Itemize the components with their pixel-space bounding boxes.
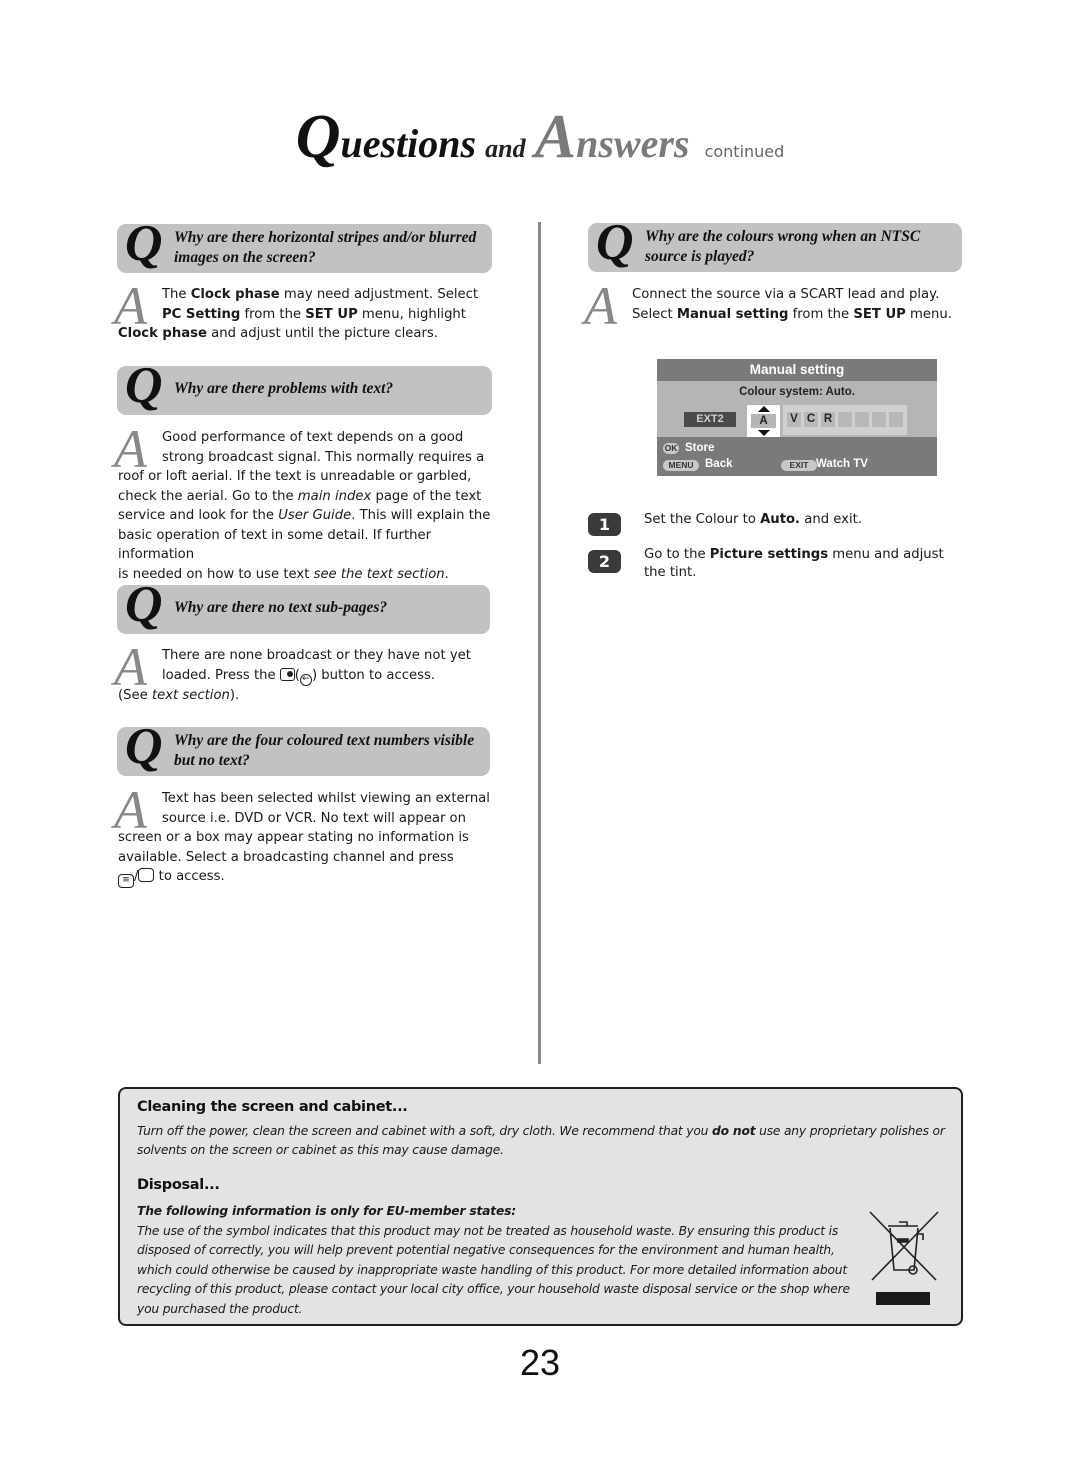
label-char: R — [821, 412, 835, 427]
title-q-cap: Q — [295, 103, 341, 171]
exit-label: Watch TV — [816, 458, 868, 470]
selected-char: A — [751, 414, 776, 428]
step-text: Set the Colour to Auto. and exit. — [644, 512, 862, 527]
arrow-up-icon[interactable] — [758, 406, 770, 412]
manual-setting-osd: Manual setting Colour system: Auto. EXT2… — [657, 359, 937, 476]
answer-line: The Clock phase may need adjustment. Sel… — [162, 287, 479, 302]
answer-block: A The Clock phase may need adjustment. S… — [114, 279, 498, 344]
answer-line: screen or a box may appear stating no in… — [118, 830, 469, 845]
step-badge: 2 — [588, 550, 621, 573]
title-q-rest: uestions — [340, 121, 477, 166]
text-off-icon — [138, 868, 155, 882]
answer-line: Text has been selected whilst viewing an… — [162, 791, 490, 806]
step-badge: 1 — [588, 513, 621, 536]
question-text: Why are the four coloured text numbers v… — [174, 732, 475, 769]
label-char — [855, 412, 869, 427]
title-and: and — [485, 134, 526, 163]
cleaning-text: Turn off the power, clean the screen and… — [137, 1124, 945, 1158]
answer-line: PC Setting from the SET UP menu, highlig… — [162, 306, 466, 322]
label-chars: V C R — [783, 405, 907, 435]
answer-block: A Connect the source via a SCART lead an… — [584, 279, 968, 333]
answer-line: Clock phase and adjust until the picture… — [118, 326, 438, 341]
question-text: Why are there horizontal stripes and/or … — [174, 229, 477, 266]
answer-line: Select Manual setting from the SET UP me… — [632, 306, 952, 322]
title-a-rest: nswers — [576, 121, 690, 166]
menu-key-icon: MENU — [663, 460, 699, 471]
question-text: Why are there no text sub-pages? — [174, 599, 388, 616]
disposal-subheading: The following information is only for EU… — [137, 1204, 516, 1218]
arrow-down-icon[interactable] — [758, 430, 770, 436]
question-box: Q Why are there problems with text? — [117, 360, 492, 415]
answer-block: A Good performance of text depends on a … — [114, 422, 503, 584]
answer-line: (See text section). — [118, 687, 240, 703]
title-continued: continued — [704, 142, 785, 161]
answer-block: A There are none broadcast or they have … — [114, 640, 498, 705]
text-subpage-icon — [279, 667, 295, 681]
answer-line: There are none broadcast or they have no… — [162, 648, 471, 663]
cleaning-disposal-box: Cleaning the screen and cabinet... Turn … — [118, 1087, 963, 1326]
a-letter: A — [114, 780, 147, 840]
osd-header: Manual setting — [657, 359, 937, 381]
a-letter: A — [584, 276, 617, 336]
q-letter: Q — [125, 357, 163, 414]
menu-label: Back — [705, 458, 733, 470]
answer-line: source i.e. DVD or VCR. No text will app… — [162, 810, 466, 826]
colour-system-label: Colour system: Auto. — [739, 386, 855, 398]
q-letter: Q — [125, 215, 163, 272]
disposal-text: The use of the symbol indicates that thi… — [137, 1224, 850, 1316]
answer-line: loaded. Press the (←) button to access. — [162, 667, 436, 686]
q-letter: Q — [596, 214, 634, 271]
answer-line: Good performance of text depends on a go… — [162, 430, 464, 445]
title-a-cap: A — [534, 103, 577, 171]
q-letter: Q — [125, 576, 163, 633]
label-char: C — [804, 412, 818, 427]
question-box: Q Why are the four coloured text numbers… — [117, 721, 490, 776]
osd-footer: OK Store MENU Back EXIT Watch TV — [657, 437, 937, 476]
question-box: Q Why are there no text sub-pages? — [117, 579, 490, 634]
question-box: Q Why are there horizontal stripes and/o… — [117, 218, 492, 273]
label-char: V — [787, 412, 801, 427]
osd-body: Colour system: Auto. EXT2 A V C R — [657, 381, 937, 437]
char-selector[interactable]: A — [747, 405, 780, 437]
question-text: Why are the colours wrong when an NTSC s… — [645, 228, 921, 265]
question-box: Q Why are the colours wrong when an NTSC… — [588, 217, 962, 272]
text-on-icon: ≡ — [118, 874, 134, 888]
answer-line: service and look for the User Guide. Thi… — [118, 508, 491, 523]
label-char — [838, 412, 852, 427]
answer-line: check the aerial. Go to the main index p… — [118, 488, 482, 504]
answer-line: is needed on how to use text see the tex… — [118, 566, 449, 582]
column-divider — [538, 222, 541, 1064]
answer-line: Connect the source via a SCART lead and … — [632, 287, 940, 302]
q-letter: Q — [125, 718, 163, 775]
answer-line: available. Select a broadcasting channel… — [118, 849, 454, 865]
answer-block: A Text has been selected whilst viewing … — [114, 783, 498, 888]
question-text: Why are there problems with text? — [174, 380, 394, 397]
disposal-heading: Disposal... — [137, 1177, 220, 1193]
a-letter: A — [114, 419, 147, 479]
exit-key-icon: EXIT — [781, 460, 817, 471]
cleaning-heading: Cleaning the screen and cabinet... — [137, 1099, 408, 1115]
answer-line: ≡ / to access. — [118, 867, 498, 888]
a-letter: A — [114, 276, 147, 336]
ok-label: Store — [685, 442, 715, 454]
page-title: Questions and Answers continued — [0, 102, 1080, 173]
arrow-in-icon: ← — [299, 673, 312, 686]
page-number: 23 — [519, 1342, 561, 1383]
answer-line: basic operation of text in some detail. … — [118, 527, 432, 563]
a-letter: A — [114, 637, 147, 697]
answer-line: roof or loft aerial. If the text is unre… — [118, 469, 472, 484]
source-label: EXT2 — [684, 412, 736, 427]
answer-line: strong broadcast signal. This normally r… — [162, 449, 485, 465]
ok-key-icon: OK — [663, 443, 679, 454]
label-char — [889, 412, 903, 427]
label-char — [872, 412, 886, 427]
step-text: Go to the Picture settings menu and adju… — [644, 547, 944, 580]
crossed-out-wheelie-bin-icon — [869, 1211, 939, 1305]
